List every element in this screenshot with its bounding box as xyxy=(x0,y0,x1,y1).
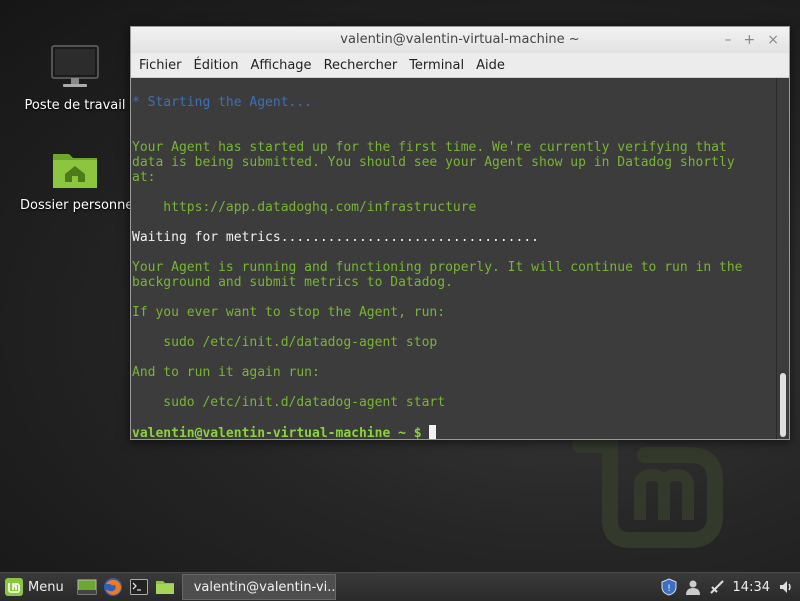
user-icon[interactable] xyxy=(685,579,701,595)
menu-bar: Fichier Édition Affichage Rechercher Ter… xyxy=(131,53,789,78)
terminal-line: Waiting for metrics.....................… xyxy=(132,230,539,245)
terminal-line: data is being submitted. You should see … xyxy=(132,155,735,170)
minimize-button[interactable]: – xyxy=(725,27,732,53)
menu-aide[interactable]: Aide xyxy=(470,58,511,73)
terminal-line: And to run it again run: xyxy=(132,365,320,380)
show-desktop-icon xyxy=(77,579,97,595)
maximize-button[interactable]: + xyxy=(744,27,756,53)
menu-terminal[interactable]: Terminal xyxy=(403,58,470,73)
terminal-line: at: xyxy=(132,170,156,185)
taskbar-window-button[interactable]: valentin@valentin-vi... xyxy=(181,574,336,600)
terminal-line: If you ever want to stop the Agent, run: xyxy=(132,305,446,320)
window-titlebar[interactable]: valentin@valentin-virtual-machine ~ – + … xyxy=(131,27,789,53)
folder-icon xyxy=(155,581,174,594)
terminal-icon xyxy=(129,579,148,595)
terminal-output[interactable]: * Starting the Agent... Your Agent has s… xyxy=(131,78,777,439)
show-desktop-launcher[interactable] xyxy=(76,576,98,598)
mint-wallpaper-logo-lower xyxy=(572,437,723,548)
terminal-line: Your Agent has started up for the first … xyxy=(132,140,727,155)
desktop-icon-home[interactable]: Dossier personnel xyxy=(20,148,138,213)
firefox-launcher[interactable] xyxy=(102,576,124,598)
terminal-window: valentin@valentin-virtual-machine ~ – + … xyxy=(130,26,790,440)
menu-affichage[interactable]: Affichage xyxy=(244,58,317,73)
clock[interactable]: 14:34 xyxy=(733,580,770,595)
home-folder-icon xyxy=(53,154,97,188)
desktop-icon-label: Dossier personnel xyxy=(20,198,138,213)
terminal-line: https://app.datadoghq.com/infrastructure xyxy=(132,200,477,215)
terminal-cursor xyxy=(429,425,437,439)
close-button[interactable]: × xyxy=(767,27,779,53)
terminal-line: sudo /etc/init.d/datadog-agent start xyxy=(132,395,446,410)
menu-label: Menu xyxy=(28,579,64,595)
system-tray: ! 14:34 xyxy=(661,578,800,596)
shield-icon[interactable]: ! xyxy=(661,578,677,596)
menu-rechercher[interactable]: Rechercher xyxy=(318,58,404,73)
menu-fichier[interactable]: Fichier xyxy=(133,58,188,73)
svg-text:!: ! xyxy=(667,584,671,594)
terminal-launcher[interactable] xyxy=(128,576,150,598)
window-title: valentin@valentin-virtual-machine ~ xyxy=(340,32,580,47)
terminal-scrollbar[interactable] xyxy=(776,78,789,439)
shell-prompt: valentin@valentin-virtual-machine ~ $ xyxy=(132,426,422,439)
firefox-icon xyxy=(103,578,122,596)
desktop-icon-label: Poste de travail xyxy=(24,98,126,113)
terminal-line: background and submit metrics to Datadog… xyxy=(132,275,453,290)
menu-edition[interactable]: Édition xyxy=(188,58,245,73)
desktop-icon-computer[interactable]: Poste de travail xyxy=(20,44,130,113)
taskbar-window-label: valentin@valentin-vi... xyxy=(193,579,336,595)
terminal-line: * Starting the Agent... xyxy=(132,95,313,110)
network-icon[interactable] xyxy=(709,579,725,595)
files-launcher[interactable] xyxy=(154,576,176,598)
mint-logo-icon xyxy=(5,578,23,596)
volume-icon[interactable] xyxy=(778,579,794,595)
scrollbar-thumb[interactable] xyxy=(780,373,786,437)
terminal-line: Your Agent is running and functioning pr… xyxy=(132,260,743,275)
start-menu-button[interactable]: Menu xyxy=(0,573,72,601)
taskbar: Menu valentin@valentin-vi... ! 14:34 xyxy=(0,572,800,601)
computer-icon xyxy=(51,45,99,87)
terminal-line: sudo /etc/init.d/datadog-agent stop xyxy=(132,335,438,350)
